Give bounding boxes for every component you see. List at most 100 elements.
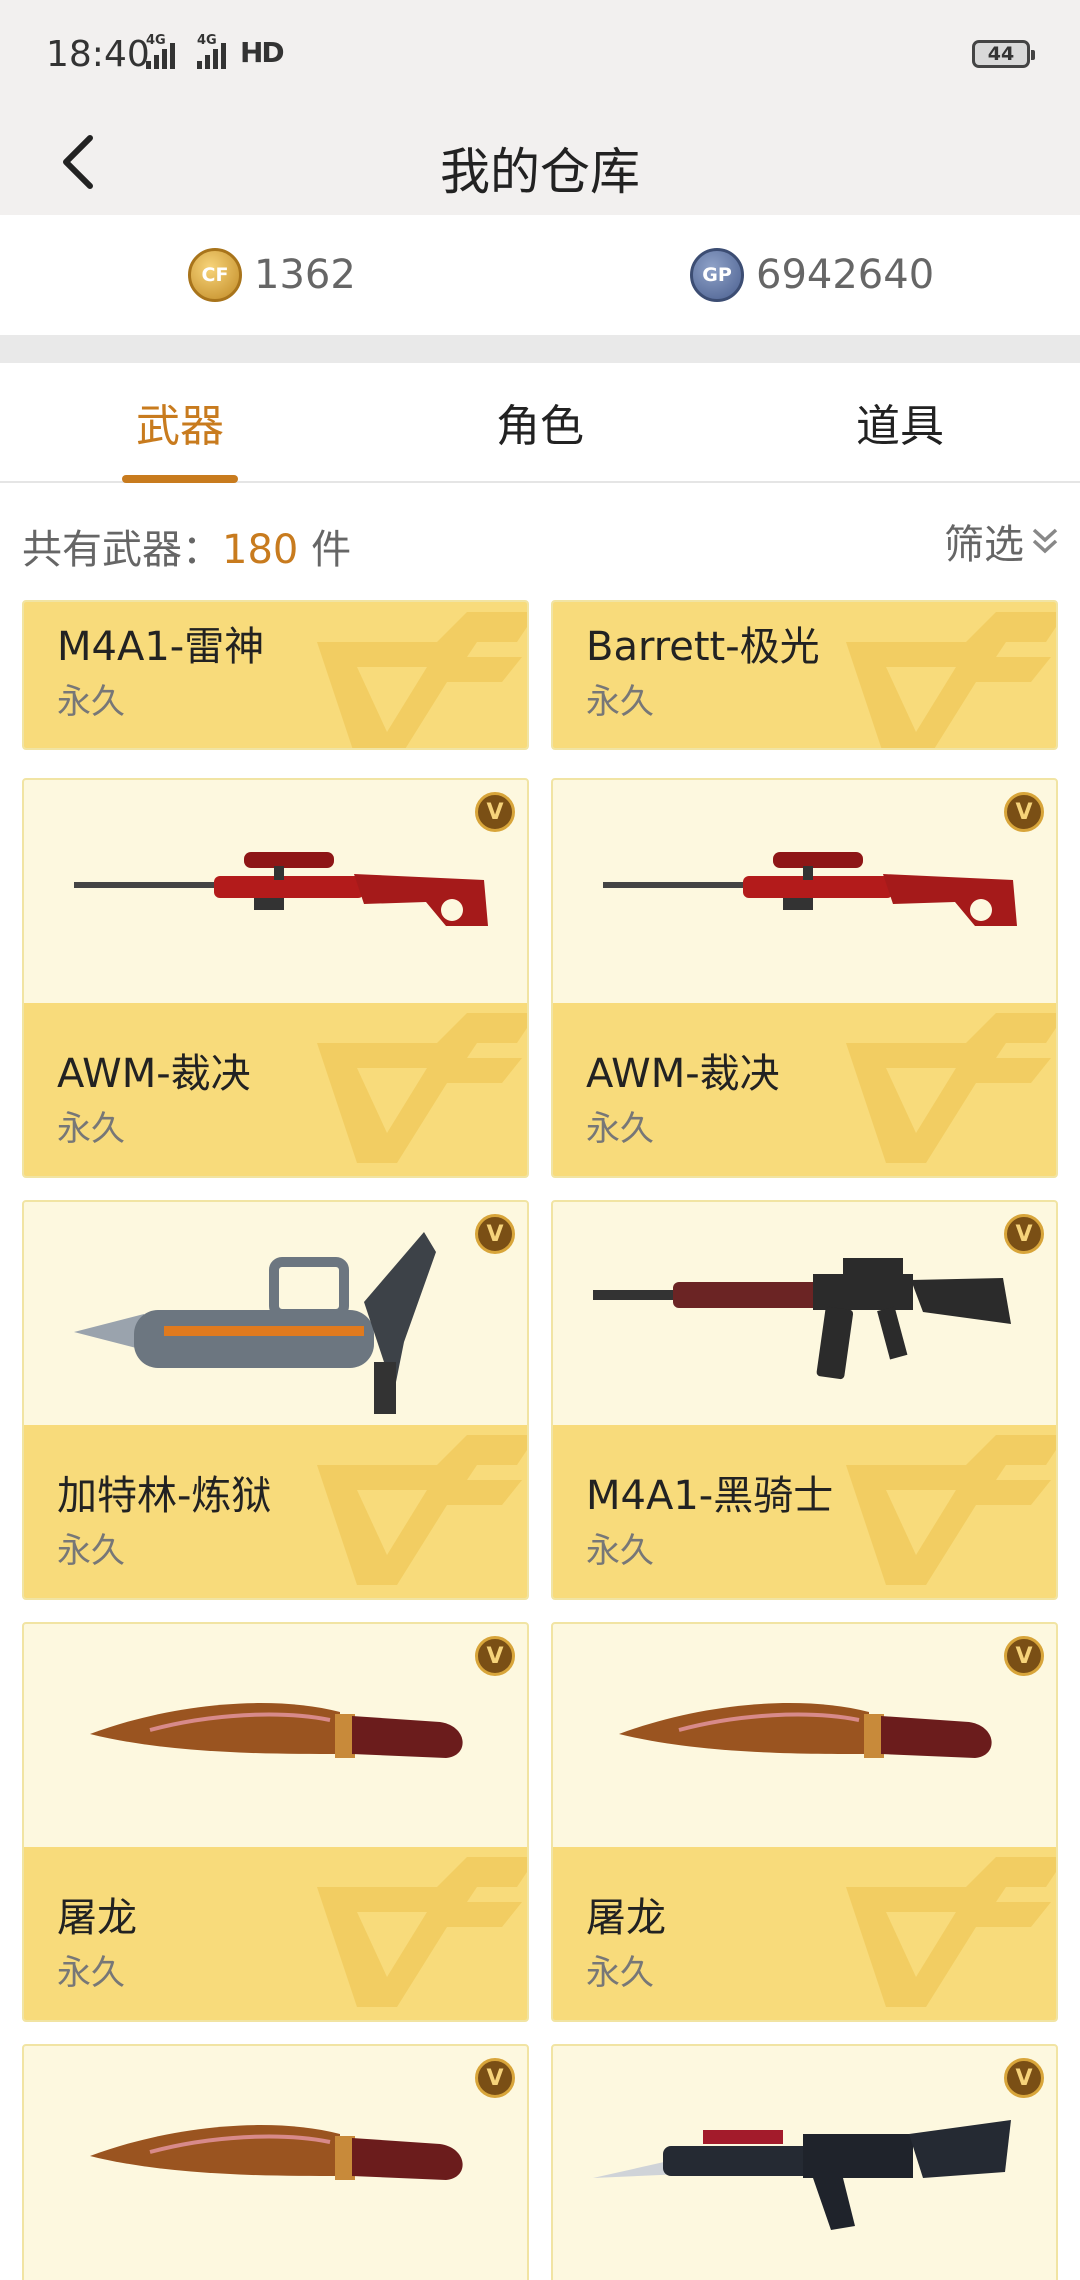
weapon-image bbox=[553, 1624, 1056, 1849]
weapon-card[interactable]: Barrett-极光 永久 bbox=[551, 600, 1058, 750]
sniper-rifle-icon bbox=[74, 844, 494, 944]
weapon-image bbox=[24, 2046, 527, 2271]
filter-label: 筛选 bbox=[944, 522, 1024, 568]
inventory-summary: 共有武器：180 件 筛选 bbox=[0, 485, 1080, 600]
weapon-card[interactable]: V AWM-裁决 永久 bbox=[22, 778, 529, 1178]
weapon-count-unit: 件 bbox=[298, 527, 352, 573]
weapon-image bbox=[553, 2046, 1056, 2271]
weapon-image bbox=[24, 780, 527, 1005]
vip-badge-icon: V bbox=[1004, 792, 1044, 832]
kukri-knife-icon bbox=[619, 1684, 999, 1784]
weapon-image bbox=[24, 1624, 527, 1849]
card-footer: M4A1-雷神 永久 bbox=[24, 602, 527, 750]
cf-watermark-icon bbox=[317, 612, 527, 750]
network-type-label: 4G bbox=[146, 33, 166, 48]
section-divider bbox=[0, 335, 1080, 363]
weapon-card[interactable]: V bbox=[551, 2044, 1058, 2280]
gp-coin-icon: GP bbox=[690, 248, 744, 302]
weapon-duration: 永久 bbox=[57, 1531, 125, 1571]
gp-points-value: 6942640 bbox=[756, 252, 935, 298]
weapon-count-label: 共有武器： bbox=[22, 527, 222, 573]
battery-level: 44 bbox=[987, 43, 1015, 65]
weapon-name: Barrett-极光 bbox=[586, 624, 820, 670]
page-title: 我的仓库 bbox=[440, 143, 640, 201]
assault-rifle-icon bbox=[593, 1252, 1013, 1392]
card-footer: 屠龙 永久 bbox=[553, 1847, 1056, 2020]
battery-icon: 44 bbox=[972, 40, 1035, 68]
weapon-name: M4A1-雷神 bbox=[57, 624, 265, 670]
kukri-knife-icon bbox=[90, 1684, 470, 1784]
weapon-card[interactable]: V 加特林-炼狱 永久 bbox=[22, 1200, 529, 1600]
card-footer: Barrett-极光 永久 bbox=[553, 602, 1056, 750]
signal-icon: 4G bbox=[197, 33, 226, 69]
title-bar: 我的仓库 bbox=[0, 110, 1080, 215]
tab-characters[interactable]: 角色 bbox=[360, 363, 720, 481]
vip-badge-icon: V bbox=[475, 1214, 515, 1254]
weapon-card[interactable]: V M4A1-黑骑士 永久 bbox=[551, 1200, 1058, 1600]
tab-weapons[interactable]: 武器 bbox=[0, 363, 360, 481]
weapon-duration: 永久 bbox=[57, 682, 125, 722]
signal-icon: 4G bbox=[146, 33, 175, 69]
currency-bar: CF 1362 GP 6942640 bbox=[0, 215, 1080, 335]
weapon-name: 屠龙 bbox=[57, 1895, 137, 1941]
cf-watermark-icon bbox=[846, 1013, 1056, 1173]
weapon-duration: 永久 bbox=[57, 1109, 125, 1149]
status-time: 18:40 bbox=[46, 34, 150, 75]
signal-indicators: 4G 4G HD bbox=[146, 33, 285, 69]
active-tab-indicator bbox=[122, 475, 238, 483]
cf-points: CF 1362 bbox=[188, 245, 356, 305]
network-type-label: 4G bbox=[197, 33, 217, 48]
weapon-count: 共有武器：180 件 bbox=[22, 517, 351, 575]
weapon-name: AWM-裁决 bbox=[586, 1051, 780, 1097]
tab-bar: 武器 角色 道具 bbox=[0, 363, 1080, 483]
vip-badge-icon: V bbox=[475, 792, 515, 832]
vip-badge-icon: V bbox=[475, 1636, 515, 1676]
weapon-image bbox=[553, 780, 1056, 1005]
weapon-duration: 永久 bbox=[586, 1531, 654, 1571]
cf-watermark-icon bbox=[846, 1435, 1056, 1595]
ak-rifle-icon bbox=[593, 2090, 1013, 2230]
tab-items[interactable]: 道具 bbox=[720, 363, 1080, 481]
hd-icon: HD bbox=[240, 36, 285, 69]
weapon-image bbox=[553, 1202, 1056, 1427]
cf-watermark-icon bbox=[846, 1857, 1056, 2017]
vip-badge-icon: V bbox=[1004, 2058, 1044, 2098]
cf-watermark-icon bbox=[846, 612, 1056, 750]
weapon-grid: M4A1-雷神 永久 Barrett-极光 永久 V AWM-裁决 永久 V A… bbox=[0, 600, 1080, 2280]
cf-coin-icon: CF bbox=[188, 248, 242, 302]
card-footer: 加特林-炼狱 永久 bbox=[24, 1425, 527, 1598]
weapon-card[interactable]: M4A1-雷神 永久 bbox=[22, 600, 529, 750]
status-bar: 18:40 4G 4G HD 44 bbox=[0, 0, 1080, 110]
gatling-gun-icon bbox=[74, 1222, 494, 1422]
cf-points-value: 1362 bbox=[254, 252, 356, 298]
card-footer: M4A1-黑骑士 永久 bbox=[553, 1425, 1056, 1598]
vip-badge-icon: V bbox=[1004, 1636, 1044, 1676]
vip-badge-icon: V bbox=[1004, 1214, 1044, 1254]
weapon-image bbox=[24, 1202, 527, 1427]
gp-points: GP 6942640 bbox=[690, 245, 934, 305]
cf-watermark-icon bbox=[317, 1857, 527, 2017]
weapon-card[interactable]: V 屠龙 永久 bbox=[22, 1622, 529, 2022]
card-footer: 屠龙 永久 bbox=[24, 1847, 527, 2020]
weapon-name: 屠龙 bbox=[586, 1895, 666, 1941]
weapon-name: 加特林-炼狱 bbox=[57, 1473, 272, 1519]
cf-watermark-icon bbox=[317, 1435, 527, 1595]
weapon-count-value: 180 bbox=[222, 527, 299, 573]
vip-badge-icon: V bbox=[475, 2058, 515, 2098]
filter-button[interactable]: 筛选 bbox=[944, 513, 1060, 569]
weapon-duration: 永久 bbox=[586, 1953, 654, 1993]
weapon-name: AWM-裁决 bbox=[57, 1051, 251, 1097]
weapon-card[interactable]: V bbox=[22, 2044, 529, 2280]
weapon-duration: 永久 bbox=[57, 1953, 125, 1993]
cf-watermark-icon bbox=[317, 1013, 527, 1173]
weapon-name: M4A1-黑骑士 bbox=[586, 1473, 834, 1519]
card-footer: AWM-裁决 永久 bbox=[553, 1003, 1056, 1176]
weapon-card[interactable]: V 屠龙 永久 bbox=[551, 1622, 1058, 2022]
kukri-knife-icon bbox=[90, 2106, 470, 2206]
weapon-duration: 永久 bbox=[586, 1109, 654, 1149]
sniper-rifle-icon bbox=[603, 844, 1023, 944]
card-footer: AWM-裁决 永久 bbox=[24, 1003, 527, 1176]
double-chevron-down-icon bbox=[1032, 528, 1058, 554]
weapon-card[interactable]: V AWM-裁决 永久 bbox=[551, 778, 1058, 1178]
weapon-duration: 永久 bbox=[586, 682, 654, 722]
